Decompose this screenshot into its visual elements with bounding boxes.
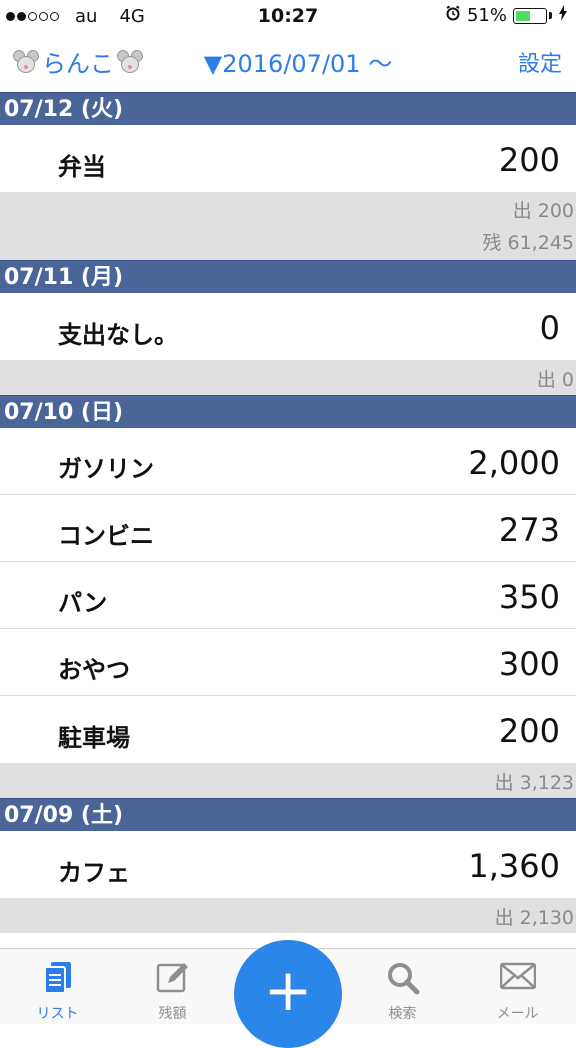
expense-list[interactable]: 07/12 (火) 弁当 200 出 200 残 61,245 07/11 (月) 支出なし… (0, 92, 576, 933)
expense-amount: 2,000 (468, 444, 560, 482)
day-header: 07/09 (土) (0, 798, 576, 831)
expense-name: カフェ (58, 859, 130, 887)
battery-percent: 51% (466, 5, 507, 26)
expense-row[interactable]: カフェ 1,360 (0, 831, 576, 898)
expense-amount: 200 (498, 141, 560, 179)
expense-name: パン (58, 589, 108, 617)
tab-search-label: 検索 (388, 1006, 417, 1022)
day-summary: 出 200 残 61,245 (0, 192, 576, 260)
expense-row[interactable]: パン 350 (0, 562, 576, 629)
expense-amount: 273 (498, 511, 560, 549)
status-bar: au 4G 10:27 51% (0, 0, 576, 34)
search-icon (386, 961, 420, 999)
tab-balance[interactable]: 残額 (115, 949, 230, 1025)
expense-row[interactable]: 弁当 200 (0, 125, 576, 192)
tab-list[interactable]: リスト (0, 949, 115, 1025)
day-header: 07/11 (月) (0, 260, 576, 293)
document-list-icon (43, 961, 73, 999)
day-summary: 出 3,123 (0, 763, 576, 798)
expense-name: 支出なし。 (58, 321, 178, 349)
expense-amount: 300 (498, 645, 560, 683)
day-summary: 出 0 (0, 360, 576, 395)
mail-icon (499, 961, 536, 995)
expense-row[interactable]: おやつ 300 (0, 629, 576, 696)
expense-row[interactable]: 支出なし。 0 (0, 293, 576, 360)
day-header: 07/10 (日) (0, 395, 576, 428)
expense-amount: 0 (539, 309, 560, 347)
day-spent-total: 出 0 (536, 369, 574, 391)
tab-search[interactable]: 検索 (345, 949, 460, 1025)
day-summary: 出 2,130 (0, 898, 576, 933)
expense-name: 弁当 (58, 153, 106, 181)
expense-amount: 1,360 (468, 847, 560, 885)
expense-row[interactable]: 駐車場 200 (0, 696, 576, 763)
day-header: 07/12 (火) (0, 92, 576, 125)
tab-mail-label: メール (496, 1006, 539, 1022)
expense-name: ガソリン (58, 455, 154, 483)
expense-name: 駐車場 (58, 724, 130, 752)
expense-name: コンビニ (58, 522, 154, 550)
period-label[interactable]: ▼2016/07/01 ～ (204, 44, 392, 79)
expense-name: おやつ (58, 656, 130, 684)
tab-list-label: リスト (36, 1006, 79, 1022)
tab-mail[interactable]: メール (460, 949, 575, 1025)
battery-icon (513, 7, 547, 24)
nav-bar: らんこ ▼2016/07/01 ～ 設定 (0, 34, 576, 92)
add-expense-button[interactable]: + (234, 940, 342, 1048)
edit-icon (156, 961, 190, 999)
day-spent-total: 出 3,123 (494, 772, 574, 794)
alarm-icon (445, 5, 461, 26)
expense-amount: 200 (498, 712, 560, 750)
remaining-balance: 残 61,245 (482, 232, 574, 254)
settings-button[interactable]: 設定 (518, 46, 562, 78)
status-right: 51% (445, 5, 568, 26)
day-spent-total: 出 2,130 (494, 907, 574, 929)
day-spent-total: 出 200 (512, 200, 574, 222)
expense-amount: 350 (498, 578, 560, 616)
charging-icon (558, 5, 568, 26)
expense-row[interactable]: ガソリン 2,000 (0, 428, 576, 495)
tab-balance-label: 残額 (158, 1006, 187, 1022)
period-selector[interactable]: ▼2016/07/01 ～ (0, 44, 576, 79)
expense-row[interactable]: コンビニ 273 (0, 495, 576, 562)
